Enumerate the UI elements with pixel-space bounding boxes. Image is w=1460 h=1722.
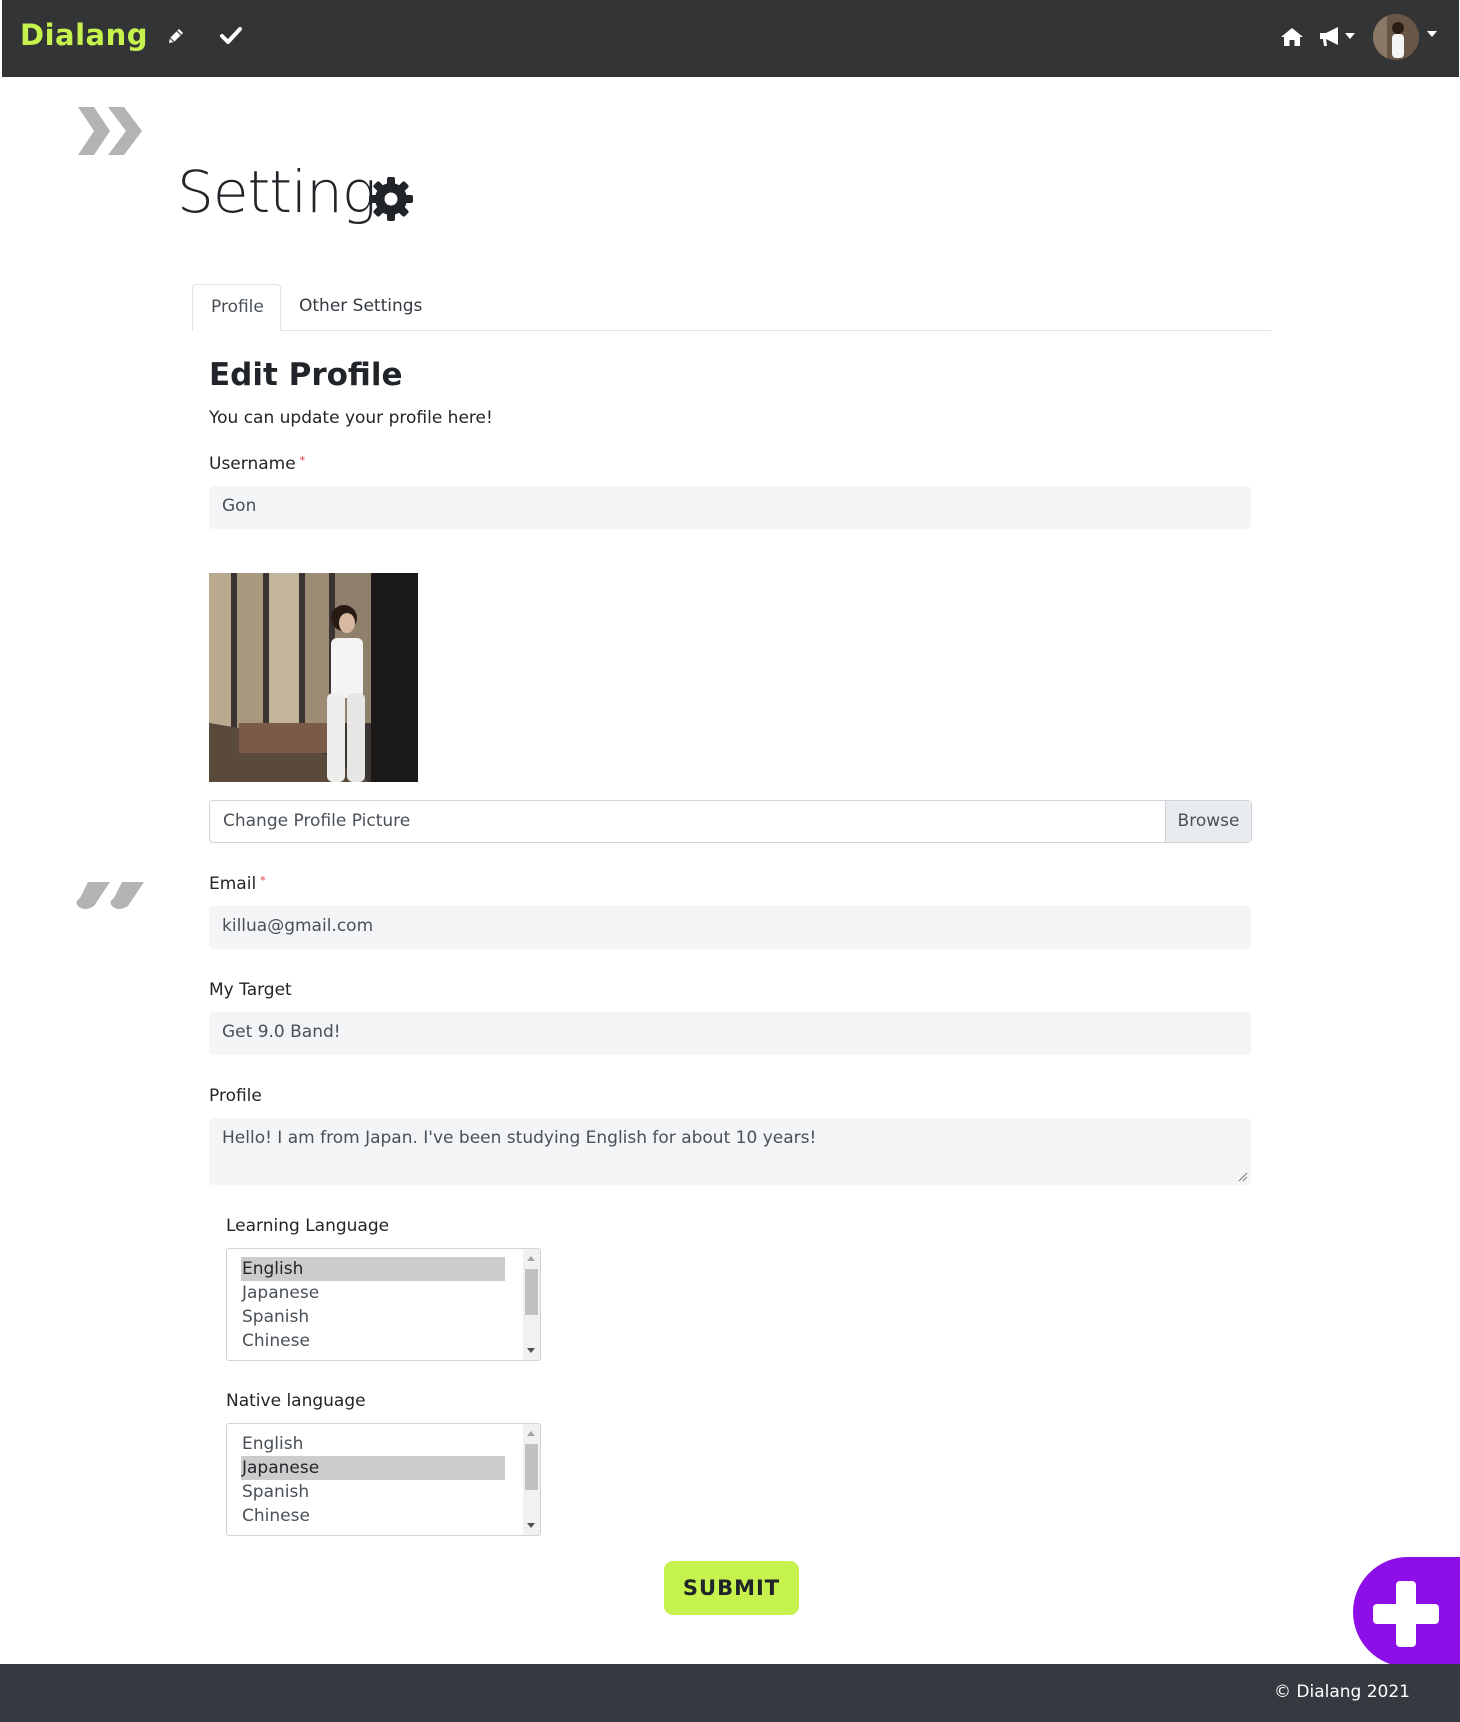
list-item[interactable]: Spanish	[241, 1305, 505, 1329]
form-heading: Edit Profile	[209, 357, 403, 393]
tab-other-settings[interactable]: Other Settings	[281, 284, 440, 331]
scrollbar[interactable]	[523, 1424, 540, 1535]
scroll-thumb[interactable]	[525, 1269, 538, 1315]
list-item[interactable]: Japanese	[241, 1281, 505, 1305]
avatar[interactable]	[1373, 14, 1419, 60]
top-navbar: Dialang	[2, 0, 1459, 77]
scroll-thumb[interactable]	[525, 1444, 538, 1490]
profile-picture-file-input[interactable]: Change Profile Picture Browse	[209, 800, 1252, 843]
tab-profile[interactable]: Profile	[192, 284, 281, 331]
scroll-down-icon[interactable]	[527, 1348, 535, 1353]
username-field[interactable]: Gon	[209, 486, 1251, 529]
profile-photo	[209, 573, 418, 782]
list-item[interactable]: English	[241, 1432, 505, 1456]
home-icon[interactable]	[1280, 26, 1304, 48]
chevron-down-icon[interactable]	[1345, 33, 1355, 39]
required-mark: *	[299, 454, 306, 467]
resize-grip-icon[interactable]	[1238, 1172, 1248, 1182]
form-subheading: You can update your profile here!	[209, 408, 493, 428]
page-title: Setting	[177, 158, 377, 226]
list-item[interactable]: English	[241, 1257, 505, 1281]
required-mark: *	[260, 874, 266, 887]
check-icon[interactable]	[220, 26, 242, 46]
scroll-down-icon[interactable]	[527, 1523, 535, 1528]
native-language-label: Native language	[226, 1391, 366, 1411]
file-input-label: Change Profile Picture	[223, 811, 411, 831]
learning-language-select[interactable]: English Japanese Spanish Chinese	[226, 1248, 541, 1361]
email-label: Email *	[209, 874, 266, 894]
megaphone-icon[interactable]	[1318, 25, 1342, 49]
brand-logo[interactable]: Dialang	[20, 18, 148, 52]
profile-label: Profile	[209, 1086, 262, 1106]
gear-icon	[369, 177, 413, 221]
scrollbar[interactable]	[523, 1249, 540, 1360]
settings-tabs: Profile Other Settings	[192, 284, 1271, 331]
double-chevron-right-icon[interactable]	[74, 103, 146, 159]
target-label: My Target	[209, 980, 292, 1000]
target-field[interactable]: Get 9.0 Band!	[209, 1012, 1251, 1055]
list-item[interactable]: Spanish	[241, 1480, 505, 1504]
footer: © Dialang 2021	[0, 1664, 1460, 1722]
pencil-icon[interactable]	[166, 26, 186, 46]
profile-text: Hello! I am from Japan. I've been studyi…	[222, 1128, 817, 1148]
username-label: Username *	[209, 454, 306, 474]
scroll-up-icon[interactable]	[527, 1256, 535, 1261]
list-item[interactable]: Chinese	[241, 1504, 505, 1528]
add-floating-button[interactable]	[1353, 1557, 1460, 1667]
quote-icon	[76, 882, 144, 909]
footer-copyright: © Dialang 2021	[1273, 1682, 1410, 1702]
learning-language-label: Learning Language	[226, 1216, 390, 1236]
list-item[interactable]: Japanese	[241, 1456, 505, 1480]
email-field[interactable]: killua@gmail.com	[209, 906, 1251, 949]
list-item[interactable]: Chinese	[241, 1329, 505, 1353]
scroll-up-icon[interactable]	[527, 1431, 535, 1436]
browse-button[interactable]: Browse	[1165, 801, 1251, 842]
profile-textarea[interactable]: Hello! I am from Japan. I've been studyi…	[209, 1118, 1251, 1185]
plus-icon	[1373, 1581, 1439, 1647]
native-language-select[interactable]: English Japanese Spanish Chinese	[226, 1423, 541, 1536]
chevron-down-icon[interactable]	[1427, 31, 1437, 37]
submit-button[interactable]: SUBMIT	[664, 1561, 799, 1615]
